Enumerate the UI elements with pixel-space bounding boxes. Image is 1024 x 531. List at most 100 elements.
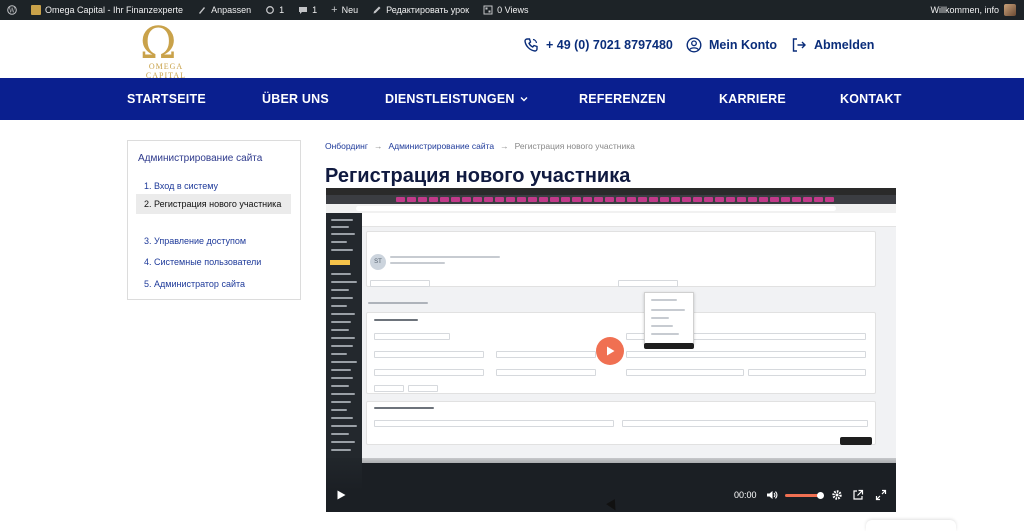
breadcrumb-link-onboarding[interactable]: Онбординг: [325, 141, 368, 151]
video-frame-field: [496, 369, 596, 376]
fullscreen-icon: [875, 489, 887, 501]
popout-button[interactable]: [852, 488, 864, 502]
site-header: Ω OMEGA CAPITAL + 49 (0) 7021 8797480 Me…: [0, 18, 1024, 81]
video-frame-tab: [473, 197, 482, 202]
video-frame-menu-line: [331, 361, 357, 363]
comments-link[interactable]: 1: [291, 0, 324, 20]
video-frame-menu-line: [331, 273, 351, 275]
video-frame-tab: [407, 197, 416, 202]
nav-item-ueber-uns[interactable]: ÜBER UNS: [262, 92, 329, 106]
video-frame-tabs: [326, 195, 896, 204]
video-frame-menu-line: [331, 401, 351, 403]
volume-slider[interactable]: [785, 494, 819, 497]
video-frame-tab: [638, 197, 647, 202]
video-frame-tab: [561, 197, 570, 202]
video-frame-tab: [825, 197, 834, 202]
external-link-icon: [853, 489, 864, 500]
video-frame-tab: [726, 197, 735, 202]
nav-item-karriere[interactable]: KARRIERE: [719, 92, 786, 106]
play-button[interactable]: [596, 337, 624, 365]
sidebar-item-system-users[interactable]: 4. Системные пользователи: [136, 252, 291, 272]
nav-label: ÜBER UNS: [262, 92, 329, 106]
video-frame-menu-line: [331, 305, 347, 307]
site-name: Omega Capital - Ihr Finanzexperte: [45, 5, 184, 15]
video-frame-field: [748, 369, 866, 376]
video-frame-text-line: [651, 333, 679, 335]
logout-link[interactable]: Abmelden: [791, 37, 874, 53]
video-frame-text-line: [651, 299, 677, 301]
gear-icon: [832, 490, 842, 500]
video-frame-tab: [495, 197, 504, 202]
nav-item-dienstleistungen[interactable]: DIENSTLEISTUNGEN: [385, 92, 528, 106]
fullscreen-button[interactable]: [875, 488, 887, 502]
nav-item-kontakt[interactable]: KONTAKT: [840, 92, 902, 106]
video-frame-tab: [451, 197, 460, 202]
video-player[interactable]: ST 00:00: [326, 188, 896, 512]
video-frame-profile-card: [366, 231, 876, 287]
video-frame-menu-line: [331, 417, 353, 419]
video-frame-tab: [583, 197, 592, 202]
video-frame-text-line: [651, 317, 669, 319]
wp-logo-button[interactable]: W: [0, 0, 24, 20]
video-frame-topbar: [362, 213, 896, 227]
wordpress-icon: W: [7, 5, 17, 15]
video-frame-tab: [770, 197, 779, 202]
updates-link[interactable]: 1: [258, 0, 291, 20]
sidebar-item-registration[interactable]: 2. Регистрация нового участника: [136, 194, 291, 214]
video-frame-menu-line: [331, 329, 349, 331]
omega-logo-icon: Ω: [140, 18, 177, 69]
video-frame-tab: [429, 197, 438, 202]
views-label: 0 Views: [497, 5, 529, 15]
video-frame-tab: [605, 197, 614, 202]
video-frame-tab: [517, 197, 526, 202]
my-account-link[interactable]: Mein Konto: [686, 37, 777, 53]
mute-button[interactable]: [766, 488, 778, 502]
video-frame-tab: [748, 197, 757, 202]
nav-item-referenzen[interactable]: REFERENZEN: [579, 92, 666, 106]
video-frame-tab: [704, 197, 713, 202]
breadcrumb-link-admin[interactable]: Администрирование сайта: [388, 141, 494, 151]
video-frame-tab: [693, 197, 702, 202]
video-frame-menu-line: [331, 441, 355, 443]
video-frame-tab: [418, 197, 427, 202]
nav-label: STARTSEITE: [127, 92, 206, 106]
play-icon: [337, 490, 346, 500]
page-title: Регистрация нового участника: [325, 165, 631, 187]
svg-text:W: W: [9, 7, 16, 14]
video-frame-button: [644, 343, 694, 349]
my-account-link[interactable]: Willkommen, info: [930, 0, 1016, 20]
chevron-down-icon: [520, 97, 528, 102]
nav-item-startseite[interactable]: STARTSEITE: [127, 92, 206, 106]
arrow-right-icon: →: [373, 141, 383, 151]
video-frame-tab: [737, 197, 746, 202]
customize-link[interactable]: Anpassen: [190, 0, 258, 20]
views-link[interactable]: 0 Views: [476, 0, 535, 20]
video-frame-tab: [528, 197, 537, 202]
video-frame-tab: [550, 197, 559, 202]
wp-admin-bar: W Omega Capital - Ihr Finanzexperte Anpa…: [0, 0, 1024, 20]
video-frame-field: [374, 420, 614, 427]
video-frame-text-line: [651, 325, 673, 327]
video-frame-tab: [792, 197, 801, 202]
site-name-link[interactable]: Omega Capital - Ihr Finanzexperte: [24, 0, 190, 20]
video-frame-menu-line: [331, 313, 355, 315]
site-favicon-icon: [31, 5, 41, 15]
site-logo[interactable]: Ω OMEGA CAPITAL: [128, 18, 204, 81]
video-frame-menu-line: [331, 353, 347, 355]
phone-link[interactable]: + 49 (0) 7021 8797480: [523, 37, 673, 53]
video-frame-tab: [682, 197, 691, 202]
volume-icon: [767, 491, 778, 499]
floating-widget[interactable]: [866, 520, 956, 531]
new-content-link[interactable]: + Neu: [324, 0, 365, 20]
sidebar-item-login[interactable]: 1. Вход в систему: [136, 176, 291, 196]
play-pause-button[interactable]: [335, 488, 347, 502]
video-frame-tab: [715, 197, 724, 202]
sidebar-item-access[interactable]: 3. Управление доступом: [136, 231, 291, 251]
video-frame-text-line: [390, 256, 500, 258]
video-frame-avatar: ST: [370, 254, 386, 270]
sidebar-item-admin[interactable]: 5. Администратор сайта: [136, 274, 291, 294]
edit-lesson-link[interactable]: Редактировать урок: [365, 0, 476, 20]
volume-slider-handle[interactable]: [817, 492, 824, 499]
lesson-sidebar: Администрирование сайта 1. Вход в систем…: [127, 140, 301, 300]
settings-button[interactable]: [831, 488, 843, 502]
